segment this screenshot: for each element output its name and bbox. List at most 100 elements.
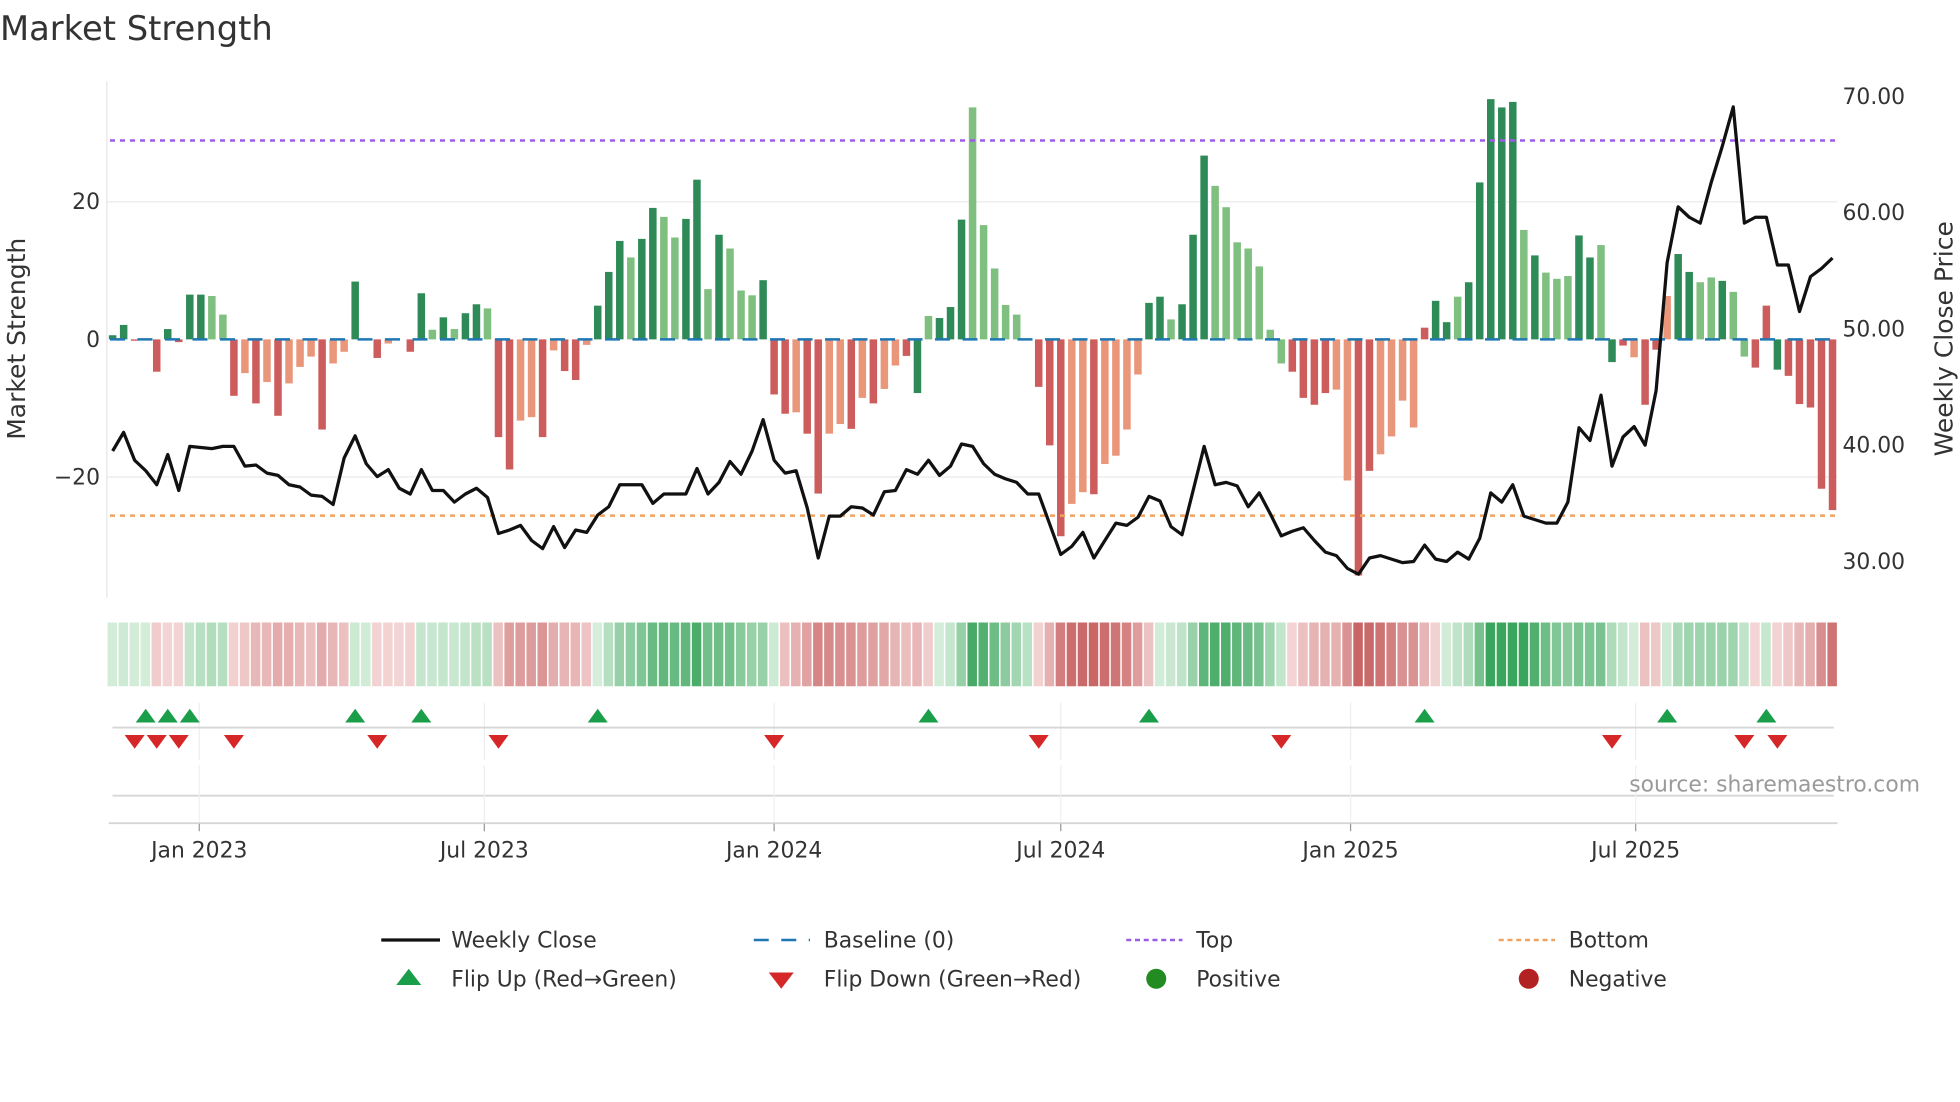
flip-up-marker	[157, 708, 178, 723]
flip-up-marker	[135, 708, 156, 723]
strip-cell	[394, 622, 404, 687]
negative-bar	[1354, 339, 1363, 576]
strip-cell	[1187, 622, 1198, 687]
positive-bar	[682, 218, 690, 340]
positive-bar	[616, 240, 624, 340]
strip-cell	[217, 622, 228, 687]
strip-cell	[1298, 622, 1308, 687]
positive-bar	[957, 219, 966, 340]
strip-cell	[1176, 622, 1187, 687]
strength-bars	[108, 99, 1837, 576]
strip-cell	[1441, 622, 1452, 687]
positive-bar	[1156, 296, 1164, 340]
negative-bar	[1288, 339, 1297, 372]
flip-up-marker	[411, 708, 432, 723]
strip-cell	[1584, 622, 1595, 687]
flip-down-marker	[146, 735, 167, 749]
negative-bar	[538, 339, 547, 438]
legend-label: Weekly Close	[451, 929, 596, 954]
strip-cell	[691, 622, 702, 687]
flip-down-marker	[1028, 735, 1049, 749]
negative-bar	[1310, 339, 1319, 405]
legend-item-flip-down: Flip Down (Green→Red)	[768, 967, 1082, 992]
negative-bar	[230, 339, 238, 396]
strip-cell	[1717, 622, 1727, 687]
strip-cell	[1750, 622, 1760, 687]
positive-bar	[1674, 254, 1682, 340]
positive-bar	[1718, 280, 1727, 340]
x-axis: Jan 2023 Jul 2023 Jan 2024 Jul 2024 Jan 2025…	[108, 765, 1838, 864]
strip-cell	[1507, 622, 1518, 687]
strip-cell	[1165, 622, 1176, 687]
market-strength-chart: Market Strength Market Strength Weekly C…	[0, 9, 1959, 992]
strip-cell	[592, 622, 603, 687]
strip-cell	[846, 622, 856, 687]
legend-label: Positive	[1196, 967, 1280, 992]
negative-bar	[1123, 339, 1131, 430]
strip-cell	[1662, 622, 1672, 687]
strip-cell	[316, 622, 327, 687]
legend-item-baseline: Baseline (0)	[753, 929, 954, 954]
positive-bar	[1509, 101, 1517, 340]
circle-icon	[1518, 968, 1539, 989]
strip-cell	[1265, 622, 1275, 687]
flip-down-marker	[1767, 735, 1788, 749]
strip-cell	[967, 622, 977, 687]
strip-cell	[1684, 622, 1694, 687]
legend-label: Flip Down (Green→Red)	[824, 967, 1082, 992]
positive-bar	[1575, 235, 1583, 340]
flip-down-marker	[764, 735, 785, 749]
strip-cell	[1243, 622, 1253, 687]
strip-cell	[713, 622, 724, 687]
negative-bar	[1409, 339, 1418, 428]
flip-down-marker	[488, 735, 509, 749]
positive-bar	[990, 268, 999, 340]
negative-bar	[847, 339, 856, 429]
positive-bar	[219, 314, 227, 340]
strength-heat-strip	[107, 622, 1837, 687]
positive-bar	[737, 290, 745, 340]
negative-bar	[1046, 339, 1054, 446]
strip-cell	[680, 622, 691, 687]
negative-bar	[858, 339, 867, 398]
positive-bar	[979, 225, 988, 340]
legend-item-flip-up: Flip Up (Red→Green)	[396, 967, 677, 992]
strip-cell	[1088, 622, 1099, 687]
strip-cell	[702, 622, 713, 687]
strip-cell	[272, 622, 283, 687]
flip-up-marker	[1657, 708, 1678, 723]
strip-cell	[1739, 622, 1749, 687]
legend-item-negative: Negative	[1518, 967, 1667, 992]
legend-label: Flip Up (Red→Green)	[451, 967, 676, 992]
strip-cell	[669, 622, 680, 687]
positive-bar	[1167, 319, 1175, 340]
strip-cell	[1099, 622, 1110, 687]
strip-cell	[1077, 622, 1088, 687]
positive-bar	[197, 294, 205, 340]
positive-bar	[417, 293, 426, 340]
y-tick-label: 0	[86, 328, 100, 353]
negative-bar	[252, 339, 260, 404]
strip-cell	[1143, 622, 1154, 687]
flip-up-marker	[345, 708, 366, 723]
negative-bar	[880, 339, 889, 389]
negative-bar	[814, 339, 822, 494]
negative-bar	[1090, 339, 1098, 495]
negative-bar	[274, 339, 282, 416]
strip-cell	[1397, 622, 1407, 687]
strip-cell	[140, 622, 151, 687]
strip-cell	[780, 622, 790, 687]
negative-bar	[406, 339, 415, 352]
negative-bar	[527, 339, 536, 418]
strip-cell	[1496, 622, 1507, 687]
strip-cell	[614, 622, 625, 687]
strip-cell	[625, 622, 636, 687]
strip-cell	[1287, 622, 1297, 687]
strip-cell	[438, 622, 448, 687]
flip-down-marker	[1602, 735, 1623, 749]
positive-bar	[1520, 229, 1528, 340]
negative-bar	[770, 339, 778, 395]
negative-bar	[1398, 339, 1407, 401]
negative-bar	[1057, 339, 1065, 537]
strip-cell	[1210, 622, 1220, 687]
